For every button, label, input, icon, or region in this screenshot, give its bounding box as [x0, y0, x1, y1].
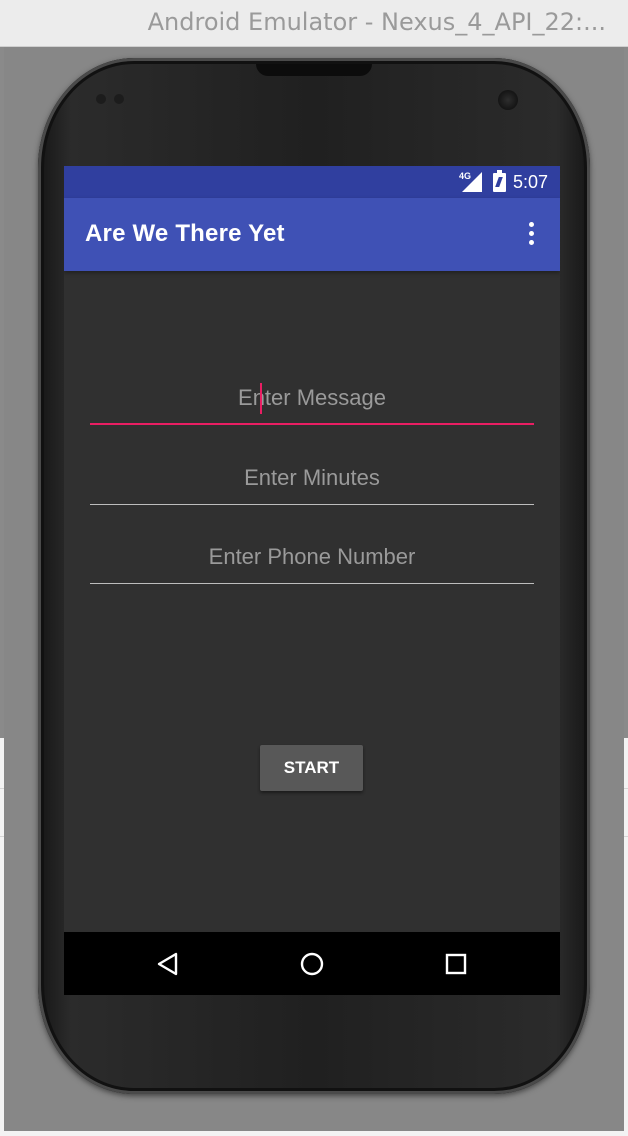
- home-icon[interactable]: [292, 944, 332, 984]
- back-icon[interactable]: [148, 944, 188, 984]
- front-camera-icon: [498, 90, 518, 110]
- emulator-title-bar: Android Emulator - Nexus_4_API_22:...: [0, 0, 628, 47]
- phone-number-placeholder: Enter Phone Number: [208, 544, 416, 569]
- app-title: Are We There Yet: [85, 220, 285, 247]
- phone-number-field[interactable]: Enter Phone Number: [90, 544, 534, 584]
- start-button[interactable]: START: [260, 745, 363, 791]
- light-sensor: [114, 94, 124, 104]
- minutes-field-underline: [90, 504, 534, 505]
- emulator-window-title: Android Emulator - Nexus_4_API_22:...: [147, 8, 606, 36]
- navigation-bar: [64, 932, 560, 995]
- minutes-placeholder: Enter Minutes: [244, 465, 380, 490]
- phone-number-field-underline: [90, 583, 534, 584]
- status-bar: 4G 5:07: [64, 166, 560, 198]
- recents-icon[interactable]: [436, 944, 476, 984]
- text-cursor: [260, 383, 262, 414]
- signal-icon: [462, 172, 482, 192]
- device-screen: 4G 5:07 Are We There Yet Enter Message E…: [64, 166, 560, 995]
- minutes-field[interactable]: Enter Minutes: [90, 465, 534, 505]
- battery-charging-icon: [493, 170, 506, 192]
- message-field[interactable]: Enter Message: [90, 383, 534, 425]
- proximity-sensor: [96, 94, 106, 104]
- message-field-underline: [90, 423, 534, 425]
- overflow-menu-icon[interactable]: [522, 220, 540, 250]
- message-placeholder: Enter Message: [238, 385, 386, 410]
- earpiece-speaker: [256, 64, 372, 76]
- status-time: 5:07: [513, 172, 549, 192]
- app-toolbar: Are We There Yet: [64, 198, 560, 271]
